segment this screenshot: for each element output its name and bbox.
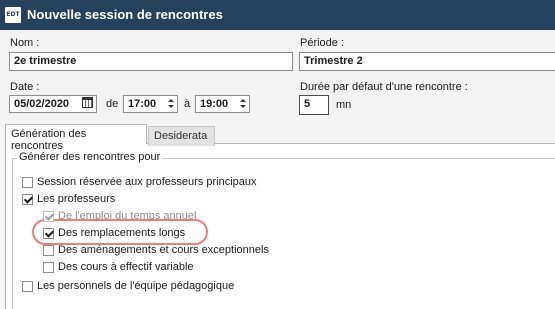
- de-label: de: [106, 98, 119, 110]
- title-bar[interactable]: EDT Nouvelle session de rencontres: [0, 0, 555, 30]
- periode-label: Période :: [300, 37, 345, 49]
- option-label-amenagements: Des aménagements et cours exceptionnels: [58, 244, 269, 256]
- checkbox-professeurs-principaux[interactable]: [22, 177, 33, 188]
- end-time-field[interactable]: 19:00: [195, 95, 250, 113]
- duree-unit: mn: [336, 99, 352, 111]
- checkbox-effectif-variable[interactable]: [43, 262, 54, 273]
- group-legend: Générer des rencontres pour: [17, 151, 163, 163]
- start-time-value: 17:00: [128, 98, 157, 110]
- a-label: à: [184, 98, 191, 110]
- checkbox-remplacements-longs[interactable]: [43, 228, 54, 239]
- end-time-value: 19:00: [200, 98, 229, 110]
- date-label: Date :: [10, 81, 40, 93]
- periode-field[interactable]: Trimestre 2: [299, 52, 555, 71]
- nom-label: Nom :: [10, 37, 40, 49]
- dialog-window: EDT Nouvelle session de rencontres Nom :…: [0, 0, 555, 309]
- duree-value: 5: [304, 98, 311, 110]
- start-time-spinner[interactable]: [167, 97, 176, 111]
- nom-value: 2e trimestre: [14, 55, 77, 67]
- window-title: Nouvelle session de rencontres: [27, 7, 223, 22]
- date-value: 05/02/2020: [14, 98, 70, 110]
- option-label-remplacements-longs: Des remplacements longs: [58, 227, 186, 239]
- checkbox-les-professeurs[interactable]: [22, 194, 33, 205]
- calendar-icon[interactable]: [82, 97, 93, 108]
- option-label-effectif-variable: Des cours à effectif variable: [58, 261, 194, 273]
- nom-field[interactable]: 2e trimestre: [9, 52, 293, 71]
- option-label-les-professeurs: Les professeurs: [37, 193, 116, 205]
- start-time-field[interactable]: 17:00: [123, 95, 178, 113]
- tab-desiderata[interactable]: Desiderata: [148, 126, 215, 146]
- checkbox-personnels-equipe[interactable]: [22, 281, 33, 292]
- option-label-emploi-du-temps: De l'emploi du temps annuel: [58, 210, 197, 222]
- periode-value: Trimestre 2: [304, 55, 363, 67]
- end-time-spinner[interactable]: [239, 97, 248, 111]
- duree-label: Durée par défaut d'une rencontre :: [300, 81, 468, 93]
- edt-app-icon: EDT: [5, 7, 21, 23]
- duree-field[interactable]: 5: [299, 95, 329, 115]
- checkbox-amenagements[interactable]: [43, 245, 54, 256]
- option-label-personnels-equipe: Les personnels de l'équipe pédagogique: [37, 280, 235, 292]
- checkbox-emploi-du-temps: [43, 211, 54, 222]
- option-label-professeurs-principaux: Session réservée aux professeurs princip…: [37, 176, 257, 188]
- tab-generation[interactable]: Génération des rencontres: [5, 124, 147, 152]
